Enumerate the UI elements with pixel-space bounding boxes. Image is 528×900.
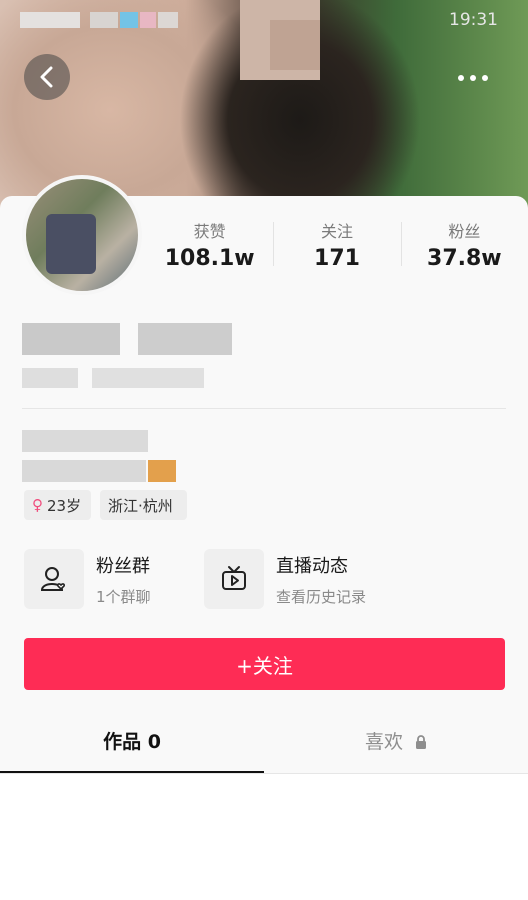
pixelated-username [138, 323, 232, 355]
stat-label: 粉丝 [448, 222, 481, 241]
live-title: 直播动态 [276, 555, 348, 577]
female-icon: ♀ [32, 496, 43, 514]
more-icon [458, 75, 488, 81]
pixelated-emoji [148, 460, 176, 482]
more-button[interactable] [458, 66, 498, 90]
live-tv-icon [204, 549, 264, 609]
stat-label: 获赞 [193, 222, 226, 241]
stat-value: 171 [314, 246, 360, 271]
back-button[interactable] [24, 54, 70, 100]
fan-group-subtitle: 1个群聊 [96, 587, 151, 606]
stat-value: 108.1w [164, 246, 255, 271]
pixelated-status [120, 12, 138, 28]
status-time: 19:31 [449, 10, 498, 30]
stat-label: 关注 [320, 222, 353, 241]
status-bar: 19:31 [0, 6, 528, 34]
stats-row: 获赞 108.1w 关注 171 粉丝 37.8w [146, 216, 528, 276]
back-icon [40, 66, 53, 88]
fan-group-entry[interactable]: 粉丝群 1个群聊 [24, 548, 151, 610]
pixelated-status [158, 12, 178, 28]
stat-following[interactable]: 关注 171 [273, 216, 400, 276]
stat-value: 37.8w [427, 246, 502, 271]
follow-label: +关注 [236, 653, 293, 678]
age-tag: ♀ 23岁 [24, 490, 91, 520]
fan-group-icon [24, 549, 84, 609]
pixelated-user-id [22, 368, 78, 388]
tab-works-label: 作品 0 [103, 731, 161, 753]
content-tabs: 作品 0 喜欢 [0, 718, 528, 774]
pixelated-user-id [92, 368, 204, 388]
live-history-entry[interactable]: 直播动态 查看历史记录 [204, 548, 366, 610]
pixelated-status [90, 12, 118, 28]
tab-likes[interactable]: 喜欢 [264, 718, 528, 774]
lock-icon [416, 735, 427, 749]
location-label: 浙江·杭州 [108, 496, 173, 515]
follow-button[interactable]: +关注 [24, 638, 505, 690]
pixelated-status [20, 12, 80, 28]
age-label: 23岁 [47, 496, 82, 515]
location-tag[interactable]: 浙江·杭州 [100, 490, 187, 520]
live-subtitle: 查看历史记录 [276, 587, 367, 606]
stat-likes[interactable]: 获赞 108.1w [146, 216, 273, 276]
avatar[interactable] [22, 175, 142, 295]
tab-divider [0, 773, 528, 774]
divider [22, 408, 506, 409]
pixelated-bio-line [22, 430, 148, 452]
pixelated-bio-line [22, 460, 146, 482]
tab-likes-label: 喜欢 [364, 731, 403, 753]
tab-works[interactable]: 作品 0 [0, 718, 264, 774]
pixelated-status [140, 12, 156, 28]
stat-followers[interactable]: 粉丝 37.8w [400, 216, 528, 276]
fan-group-title: 粉丝群 [96, 555, 150, 577]
pixelated-username [22, 323, 120, 355]
